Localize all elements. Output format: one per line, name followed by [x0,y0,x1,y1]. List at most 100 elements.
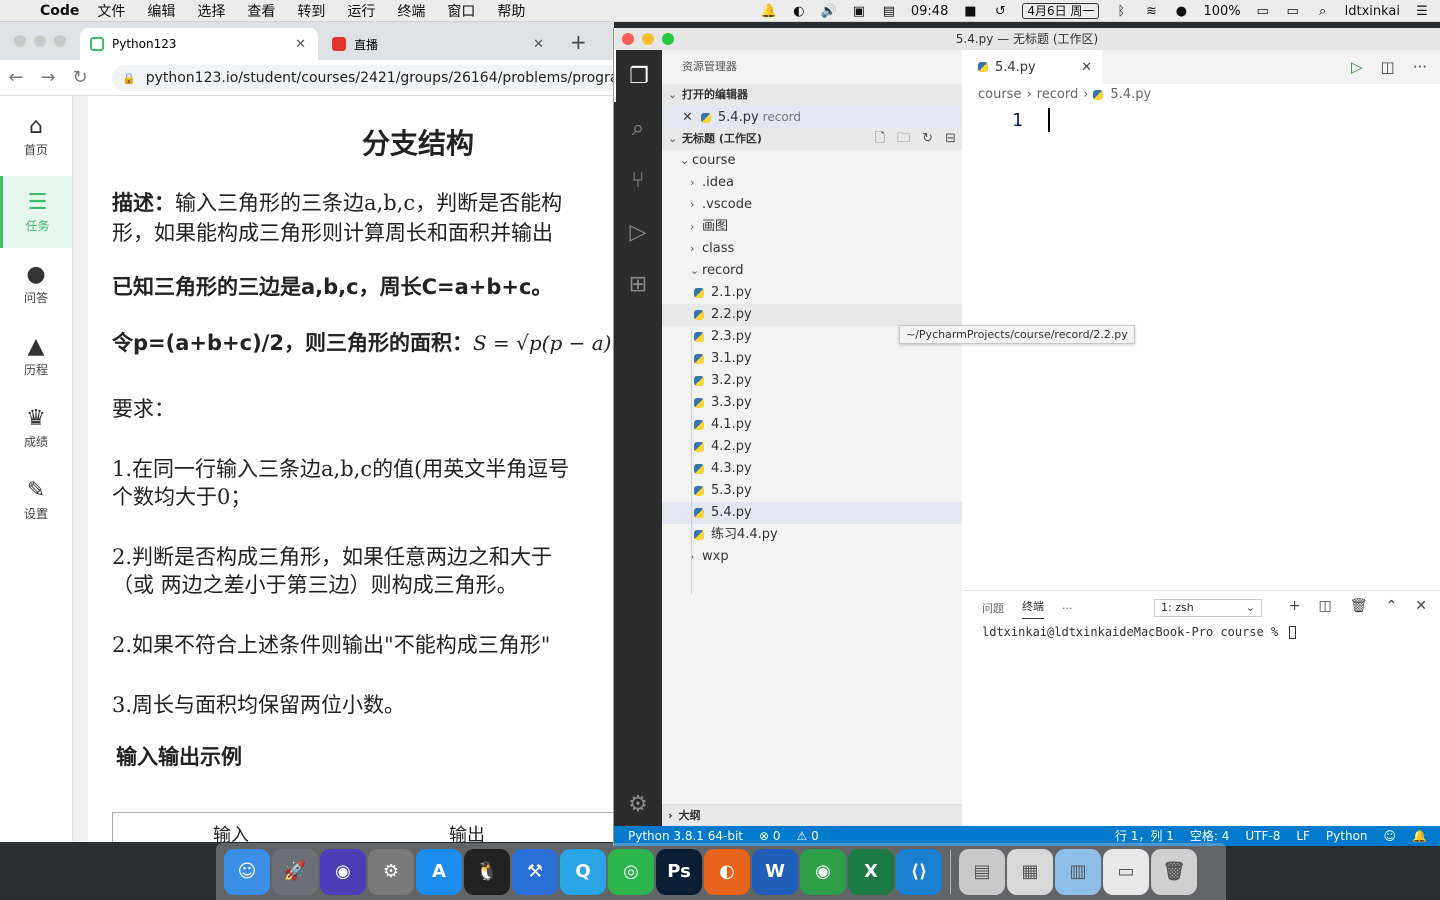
gear-icon[interactable]: ⚙ [614,782,662,826]
evernote-icon[interactable]: ■ [962,4,978,19]
dock-qq-icon[interactable]: 🐧 [464,848,510,895]
dock-vscode-icon[interactable]: ⟨⟩ [896,848,942,895]
tree-file-4-1[interactable]: 4.1.py [662,414,962,436]
run-play-icon[interactable]: ▷ [1351,58,1363,76]
close-icon[interactable]: ✕ [682,110,693,125]
menu-file[interactable]: 文件 [97,1,125,21]
tree-file-3-1[interactable]: 3.1.py [662,348,962,370]
tree-file-2-1[interactable]: 2.1.py [662,282,962,304]
new-file-icon[interactable]: 🗋 [875,128,885,150]
maximize-panel-icon[interactable]: ⌃ [1386,598,1398,614]
feedback-icon[interactable]: ☺ [1384,826,1397,846]
app-menu[interactable]: Code [40,3,79,19]
close-icon[interactable]: ✕ [1081,60,1092,75]
tree-folder-drawing[interactable]: › 画图 [662,216,962,238]
browser-minimize-button[interactable] [34,35,46,47]
panel-more-icon[interactable]: ··· [1062,602,1073,615]
dock-siri-icon[interactable]: ◉ [320,848,366,895]
tab-problems[interactable]: 问题 [982,600,1004,616]
user-name[interactable]: ldtxinkai [1345,4,1400,19]
date-display[interactable]: 4月6日 周一 [1022,3,1100,19]
dock-wechat-icon[interactable]: ◎ [608,848,654,895]
dock-downloads-icon[interactable]: ▥ [1055,848,1101,895]
dock-word-icon[interactable]: W [752,848,798,895]
sidebar-item-history[interactable]: ▲ 历程 [0,320,72,392]
dock-system-preferences-icon[interactable]: ⚙ [368,848,414,895]
breadcrumb-item[interactable]: record [1037,87,1079,102]
url-field[interactable]: 🔒 python123.io/student/courses/2421/grou… [112,65,614,91]
bluetooth-icon[interactable]: ᛒ [1113,4,1129,19]
user-avatar-icon[interactable]: ● [1173,4,1189,19]
browser-tab-live[interactable]: 直播 ✕ [322,28,556,60]
menu-go[interactable]: 转到 [297,1,325,21]
input-source-flag-icon[interactable]: ▤ [881,4,897,19]
browser-close-button[interactable] [14,35,26,47]
dock-finder-icon[interactable]: ☺ [224,848,270,895]
encoding[interactable]: UTF-8 [1245,826,1280,846]
dock-documents-icon[interactable]: ▦ [1007,848,1053,895]
language-mode[interactable]: Python [1326,826,1368,846]
open-editors-section[interactable]: ⌄ 打开的编辑器 [662,84,962,106]
menu-help[interactable]: 帮助 [497,1,525,21]
menu-view[interactable]: 查看 [247,1,275,21]
wifi-icon[interactable]: ≋ [1143,4,1159,19]
breadcrumb-item[interactable]: 5.4.py [1110,87,1151,102]
tree-folder-record[interactable]: ⌄ record [662,260,962,282]
more-actions-icon[interactable]: ··· [1413,58,1427,76]
tree-folder-course[interactable]: ⌄ course [662,150,962,172]
tree-folder-idea[interactable]: › .idea [662,172,962,194]
tree-file-2-2[interactable]: 2.2.py [662,304,962,326]
trash-icon[interactable]: 🗑 [1350,598,1368,614]
terminal-select[interactable]: 1: zsh ⌄ [1154,599,1262,617]
new-tab-button[interactable]: + [570,30,587,54]
browser-tab-python123[interactable]: Python123 ✕ [80,28,318,60]
outline-section[interactable]: › 大纲 [662,804,962,826]
split-terminal-icon[interactable]: ◫ [1319,598,1332,614]
close-panel-icon[interactable]: ✕ [1415,598,1427,614]
sidebar-item-qa[interactable]: ● 问答 [0,248,72,320]
close-icon[interactable]: ✕ [295,37,306,52]
tree-file-3-3[interactable]: 3.3.py [662,392,962,414]
tree-folder-wxp[interactable]: › wxp [662,546,962,568]
airplay-icon[interactable]: ▭ [1285,4,1301,19]
volume-icon[interactable]: 🔊 [821,4,837,19]
window-minimize-button[interactable] [642,33,654,45]
tree-folder-vscode[interactable]: › .vscode [662,194,962,216]
spotlight-search-icon[interactable]: ⌕ [1315,4,1331,19]
breadcrumb-item[interactable]: course [978,87,1021,102]
do-not-disturb-icon[interactable]: ◐ [791,4,807,19]
battery-percent[interactable]: 100% [1203,4,1240,19]
dock-chrome-icon[interactable]: ◉ [800,848,846,895]
terminal-output[interactable]: ldtxinkai@ldtxinkaideMacBook-Pro course … [962,625,1440,639]
tree-file-5-4[interactable]: 5.4.py [662,502,962,524]
tree-file-5-3[interactable]: 5.3.py [662,480,962,502]
dock-chrome-apps-icon[interactable]: ▭ [1103,848,1149,895]
collapse-all-icon[interactable]: ⊟ [945,128,956,150]
tree-folder-class[interactable]: › class [662,238,962,260]
open-editor-item[interactable]: ✕ 5.4.py record [662,106,962,128]
screen-record-icon[interactable]: ▣ [851,4,867,19]
editor-tab-5-4[interactable]: 5.4.py ✕ [962,50,1102,84]
new-folder-icon[interactable]: 🗀 [897,128,910,150]
tab-terminal[interactable]: 终端 [1022,598,1044,619]
bell-icon[interactable]: 🔔 [1412,826,1427,846]
dock-trash-icon[interactable]: 🗑 [1151,848,1197,895]
notification-center-icon[interactable]: ☰ [1414,4,1430,19]
close-icon[interactable]: ✕ [533,37,544,52]
forward-arrow-icon[interactable]: → [32,67,64,88]
tree-file-4-2[interactable]: 4.2.py [662,436,962,458]
window-zoom-button[interactable] [662,33,674,45]
split-editor-icon[interactable]: ◫ [1381,58,1395,76]
dock-xcode-icon[interactable]: ⚒ [512,848,558,895]
tree-file-exercise-4-4[interactable]: 练习4.4.py [662,524,962,546]
sidebar-item-home[interactable]: ⌂ 首页 [0,96,72,176]
sidebar-item-settings[interactable]: ✎ 设置 [0,464,72,536]
text-cursor[interactable] [1048,108,1050,132]
menu-terminal[interactable]: 终端 [397,1,425,21]
menu-edit[interactable]: 编辑 [147,1,175,21]
dock-app-store-icon[interactable]: A [416,848,462,895]
tree-file-4-3[interactable]: 4.3.py [662,458,962,480]
tree-file-3-2[interactable]: 3.2.py [662,370,962,392]
search-icon[interactable]: ⌕ [614,102,662,154]
clock-time[interactable]: 09:48 [911,4,948,19]
